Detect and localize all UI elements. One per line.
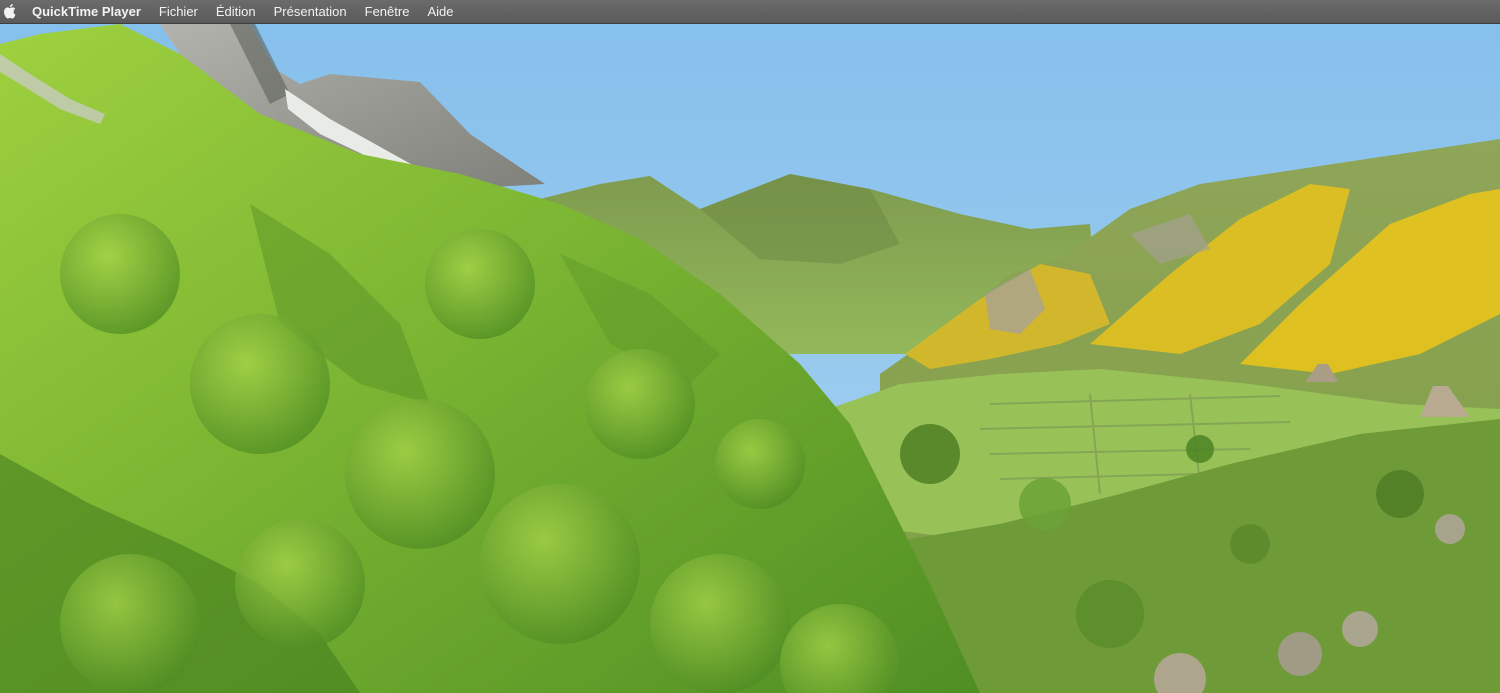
screen: QuickTime Player Fichier Édition Présent… [0, 0, 1500, 693]
video-frame[interactable] [0, 24, 1500, 693]
apple-icon[interactable] [4, 4, 17, 19]
menu-presentation[interactable]: Présentation [265, 0, 356, 23]
menu-bar: QuickTime Player Fichier Édition Présent… [0, 0, 1500, 24]
menu-edition[interactable]: Édition [207, 0, 265, 23]
landscape-scene [0, 24, 1500, 693]
menu-fichier[interactable]: Fichier [150, 0, 207, 23]
menu-app-name[interactable]: QuickTime Player [32, 0, 150, 23]
menu-fenetre[interactable]: Fenêtre [356, 0, 419, 23]
menu-aide[interactable]: Aide [418, 0, 462, 23]
